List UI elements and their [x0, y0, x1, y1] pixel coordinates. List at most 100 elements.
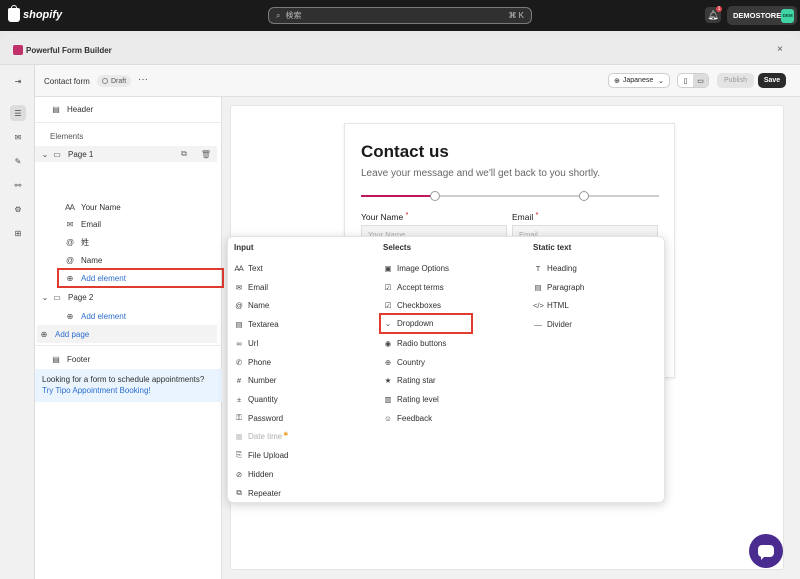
list-item[interactable]: @ Name: [35, 252, 222, 268]
footer-section[interactable]: ▤ Footer: [35, 351, 222, 367]
brush-icon[interactable]: ✎: [10, 153, 26, 169]
element-option-date-time[interactable]: ▦ Date time ✱: [234, 429, 364, 443]
element-option-rating-level[interactable]: ▥ Rating level: [383, 392, 513, 406]
language-select[interactable]: ⊕ Japanese ⌄: [608, 73, 670, 88]
elements-label: Elements: [50, 131, 84, 141]
repeater-icon: ⧉: [236, 488, 242, 497]
app-header: Powerful Form Builder ×: [0, 35, 800, 65]
header-section[interactable]: ▤ Header: [35, 101, 222, 117]
at-icon: @: [235, 300, 243, 310]
promo-text: Looking for a form to schedule appointme…: [42, 375, 205, 384]
element-option-image-options[interactable]: ▣ Image Options: [383, 261, 513, 275]
pro-badge-icon: ✱: [283, 431, 289, 438]
element-option-email[interactable]: ✉ Email: [234, 280, 364, 294]
form-title: Contact us: [361, 142, 449, 161]
option-label: Feedback: [397, 413, 433, 423]
form-name[interactable]: Contact form: [44, 77, 90, 86]
chat-bubble-icon: [758, 545, 774, 560]
element-option-html[interactable]: </> HTML: [533, 298, 663, 312]
add-page-button[interactable]: ⊕ Add page: [37, 325, 217, 343]
desktop-view-icon[interactable]: ▭: [693, 74, 708, 87]
sidebar-item-page-2[interactable]: ⌄ ▭ Page 2: [35, 289, 222, 305]
list-item[interactable]: @ 姓: [35, 234, 222, 250]
option-label: Checkboxes: [397, 300, 442, 310]
element-option-repeater[interactable]: ⧉ Repeater: [234, 486, 364, 500]
element-option-radio-buttons[interactable]: ◉ Radio buttons: [383, 336, 513, 350]
sidebar-item-page-1[interactable]: ⌄ ▭ Page 1 ⧉ 🗑︎: [35, 146, 217, 162]
elements-sidebar: ▤ Header Elements ⌄ ▭ Page 1 ⧉ 🗑︎ Ꜳ Your…: [35, 97, 224, 579]
apps-icon[interactable]: ⊞: [10, 225, 26, 241]
option-label: Rating level: [397, 394, 439, 404]
page-2-label: Page 2: [68, 292, 94, 302]
add-page-label: Add page: [55, 329, 90, 339]
element-option-url[interactable]: ∞ Url: [234, 336, 364, 350]
add-element-button-page-2[interactable]: ⊕ Add element: [35, 308, 222, 324]
duplicate-icon[interactable]: ⧉: [181, 149, 187, 159]
folder-icon: ▭: [53, 149, 61, 159]
list-item[interactable]: Ꜳ Your Name: [35, 199, 222, 215]
element-option-country[interactable]: ⊕ Country: [383, 355, 513, 369]
element-option-text[interactable]: Ꜳ Text: [234, 261, 364, 275]
shopify-logo[interactable]: shopify: [8, 5, 62, 22]
chat-launcher-button[interactable]: [749, 534, 783, 568]
element-option-accept-terms[interactable]: ☑ Accept terms: [383, 280, 513, 294]
globe-icon: ⊕: [614, 77, 620, 85]
store-menu-button[interactable]: DEMOSTORE DEM: [727, 6, 797, 25]
folder-icon: ▭: [53, 292, 61, 302]
trash-icon[interactable]: 🗑︎: [201, 150, 211, 159]
store-avatar: DEM: [781, 8, 794, 23]
add-element-label: Add element: [81, 311, 126, 321]
textarea-icon: ▤: [235, 319, 243, 329]
checkbox-checked-icon: ☑: [384, 282, 392, 292]
element-option-quantity[interactable]: ± Quantity: [234, 392, 364, 406]
add-element-button[interactable]: ⊕ Add element: [57, 268, 224, 288]
close-icon[interactable]: ×: [777, 44, 783, 55]
list-item[interactable]: ✉ Email: [35, 216, 222, 232]
element-option-checkboxes[interactable]: ☑ Checkboxes: [383, 298, 513, 312]
promo-link[interactable]: Try Tipo Appointment Booking!: [42, 386, 151, 395]
form-builder-icon[interactable]: ☰: [10, 105, 26, 121]
more-actions-button[interactable]: ···: [138, 74, 148, 85]
header-label: Header: [67, 104, 94, 114]
element-option-dropdown[interactable]: ⌄ Dropdown: [379, 313, 473, 334]
notifications-button[interactable]: 🔔︎ 1: [705, 6, 722, 23]
step-knob-1[interactable]: [430, 191, 440, 201]
store-name: DEMOSTORE: [733, 11, 782, 20]
publish-button[interactable]: Publish: [717, 73, 754, 88]
element-option-textarea[interactable]: ▤ Textarea: [234, 317, 364, 331]
step-knob-2[interactable]: [579, 191, 589, 201]
element-option-hidden[interactable]: ⊘ Hidden: [234, 467, 364, 481]
option-label: Country: [397, 357, 426, 367]
element-option-phone[interactable]: ✆ Phone: [234, 355, 364, 369]
element-option-feedback[interactable]: ☺ Feedback: [383, 411, 513, 425]
chevron-down-icon: ⌄: [41, 149, 49, 159]
mobile-view-icon[interactable]: ▯: [678, 74, 693, 87]
quantity-icon: ±: [236, 394, 242, 404]
element-option-file-upload[interactable]: ⎘ File Upload: [234, 448, 364, 462]
search-input[interactable]: ⌕ 検索 ⌘ K: [268, 7, 532, 24]
gear-icon[interactable]: ⚙: [10, 201, 26, 217]
option-label: Hidden: [248, 469, 274, 479]
icon-rail: ⇥ ☰ ✉ ✎ ⚯ ⚙ ⊞: [0, 65, 35, 579]
integrations-icon[interactable]: ⚯: [10, 177, 26, 193]
element-option-name[interactable]: @ Name: [234, 298, 364, 312]
plus-circle-icon: ⊕: [66, 273, 74, 283]
element-option-password[interactable]: ⚿ Password: [234, 411, 364, 425]
search-icon: ⌕: [276, 10, 281, 20]
app-title: Powerful Form Builder: [26, 46, 112, 55]
eye-off-icon: ⊘: [235, 469, 243, 479]
exit-icon[interactable]: ⇥: [10, 73, 26, 89]
element-option-paragraph[interactable]: ▤ Paragraph: [533, 280, 663, 294]
globe-icon: ⊕: [384, 357, 392, 367]
element-option-heading[interactable]: T Heading: [533, 261, 663, 275]
element-option-rating-star[interactable]: ★ Rating star: [383, 373, 513, 387]
save-button[interactable]: Save: [758, 73, 786, 88]
hash-icon: #: [236, 375, 242, 385]
option-label: Rating star: [397, 375, 436, 385]
element-option-divider[interactable]: — Divider: [533, 317, 663, 331]
element-option-number[interactable]: # Number: [234, 373, 364, 387]
page-1-label: Page 1: [68, 149, 94, 159]
add-element-label: Add element: [81, 273, 126, 283]
inbox-icon[interactable]: ✉: [10, 129, 26, 145]
shopify-bag-icon: [8, 5, 20, 22]
